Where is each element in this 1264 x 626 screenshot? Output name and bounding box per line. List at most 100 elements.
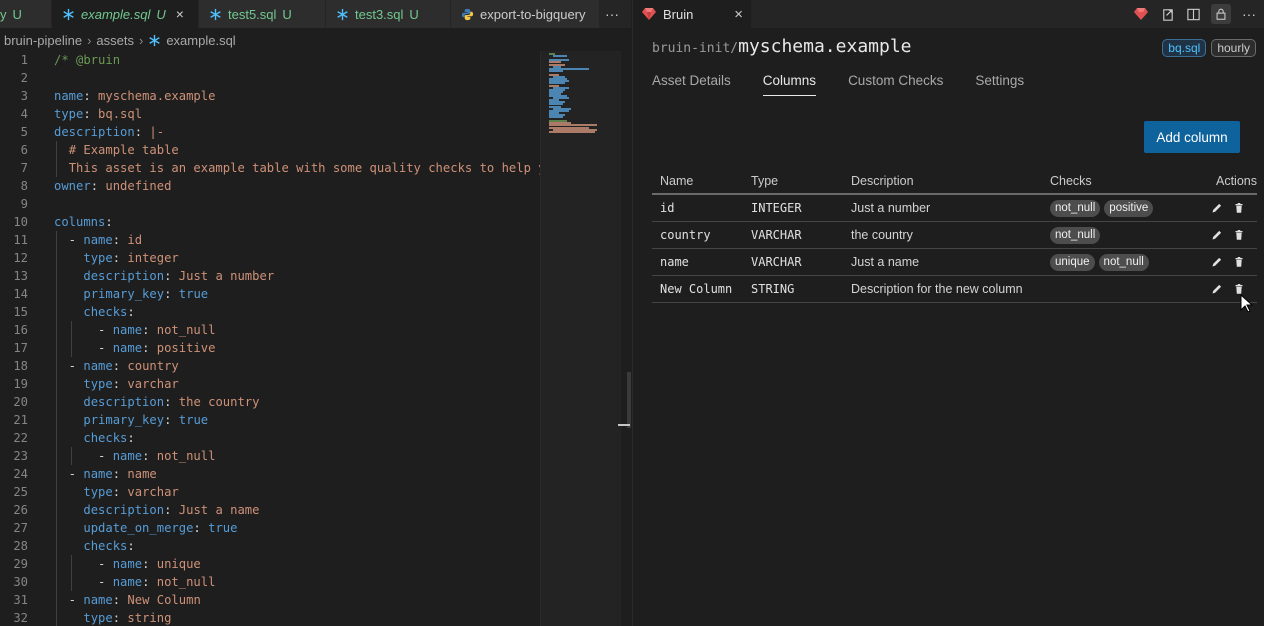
check-pill: positive: [1104, 199, 1154, 217]
column-type: VARCHAR: [751, 255, 802, 269]
column-header: Actions: [1216, 173, 1257, 188]
code-line: 17 - name: positive: [13, 339, 216, 357]
trash-icon[interactable]: [1233, 229, 1245, 241]
schedule-badge: hourly: [1211, 39, 1256, 57]
code-line: 19 type: varchar: [13, 375, 179, 393]
minimap[interactable]: [540, 51, 621, 626]
code-line: 29 - name: unique: [13, 555, 201, 573]
tab-custom-checks[interactable]: Custom Checks: [848, 70, 943, 96]
check-pill: not_null: [1050, 226, 1101, 244]
minimap-stroke: [549, 130, 595, 133]
bruin-gem-icon[interactable]: [1133, 6, 1149, 22]
code-line: 15 checks:: [13, 303, 135, 321]
more-actions-icon[interactable]: ···: [1241, 6, 1257, 22]
column-description: Description for the new column: [851, 282, 1023, 296]
tab-y[interactable]: y U: [0, 0, 52, 28]
code-line: 31 - name: New Column: [13, 591, 201, 609]
column-type: STRING: [751, 282, 795, 296]
column-checks: not_null: [1050, 226, 1183, 244]
code-line: 16 - name: not_null: [13, 321, 216, 339]
code-line: 22 checks:: [13, 429, 135, 447]
column-description: Just a number: [851, 201, 931, 215]
minimap-viewport[interactable]: [541, 51, 621, 626]
lock-icon[interactable]: [1211, 4, 1231, 24]
code-area[interactable]: 1/* @bruin 2 3 name: myschema.example 4 ty…: [0, 51, 540, 626]
code-line: 11 - name: id: [13, 231, 143, 249]
code-line: 3 name: myschema.example: [20, 89, 216, 103]
breadcrumb-item[interactable]: assets: [96, 33, 134, 48]
code-line: 24 - name: name: [13, 465, 157, 483]
tab-test5-sql[interactable]: test5.sql U: [199, 0, 326, 28]
row-actions: [1183, 256, 1257, 268]
code-line: 5 description: |-: [20, 125, 165, 139]
table-row: id INTEGER Just a number not_null positi…: [652, 195, 1257, 222]
open-file-icon[interactable]: [1159, 6, 1175, 22]
column-header: Checks: [1050, 173, 1092, 188]
code-line: 8 owner: undefined: [20, 179, 172, 193]
sash-handle[interactable]: [618, 424, 630, 426]
column-type: VARCHAR: [751, 228, 802, 242]
trash-icon[interactable]: [1233, 256, 1245, 268]
code-line: 1/* @bruin: [20, 53, 121, 67]
panel-tab-bar: Bruin × ···: [633, 0, 1264, 28]
table-header: Name Type Description Checks Actions: [652, 168, 1257, 195]
tab-export-to-bigquery[interactable]: export-to-bigquery: [451, 0, 611, 28]
asset-name[interactable]: myschema.example: [738, 36, 911, 57]
mouse-cursor-icon: [1240, 293, 1254, 314]
breadcrumb-item[interactable]: bruin-pipeline: [4, 33, 82, 48]
chevron-right-icon: ›: [87, 32, 92, 48]
row-actions: [1183, 229, 1257, 241]
column-name: country: [660, 228, 711, 242]
column-checks: not_null positive: [1050, 199, 1183, 217]
tab-asset-details[interactable]: Asset Details: [652, 70, 731, 96]
add-column-button[interactable]: Add column: [1144, 121, 1240, 153]
edit-icon[interactable]: [1211, 229, 1223, 241]
editor-tab-bar: y U example.sql U × test5.sql U test3.sq…: [0, 0, 631, 28]
sql-icon: [148, 34, 161, 47]
code-line: 26 description: Just a name: [13, 501, 260, 519]
close-icon[interactable]: ×: [734, 6, 743, 23]
columns-table: Name Type Description Checks Actions id …: [652, 168, 1257, 303]
panel-toolbar: ···: [1133, 0, 1257, 28]
minimap-stroke: [553, 55, 567, 58]
code-line: 14 primary_key: true: [13, 285, 209, 303]
tab-columns[interactable]: Columns: [762, 70, 817, 96]
code-line: 9: [20, 197, 28, 211]
breadcrumb: bruin-pipeline › assets › example.sql: [0, 29, 631, 51]
code-line: 13 description: Just a number: [13, 267, 275, 285]
edit-icon[interactable]: [1211, 256, 1223, 268]
table-row: New Column STRING Description for the ne…: [652, 276, 1257, 303]
code-line: 18 - name: country: [13, 357, 179, 375]
tab-settings[interactable]: Settings: [975, 70, 1024, 96]
trash-icon[interactable]: [1233, 202, 1245, 214]
more-tabs-button[interactable]: ···: [599, 0, 619, 28]
code-line: 10 columns:: [13, 215, 113, 229]
minimap-stroke: [549, 69, 563, 72]
check-pill: not_null: [1098, 253, 1149, 271]
code-line: 6 # Example table: [20, 141, 179, 159]
code-line: 27 update_on_merge: true: [13, 519, 238, 537]
sql-icon: [209, 8, 222, 21]
column-description: the country: [851, 228, 913, 242]
bruin-logo-icon: [642, 8, 656, 20]
close-icon[interactable]: ×: [176, 6, 184, 22]
bruin-panel: Bruin × ··· bruin-init / myschema.exampl…: [632, 0, 1264, 626]
tab-test3-sql[interactable]: test3.sql U: [326, 0, 451, 28]
split-editor-icon[interactable]: [1185, 6, 1201, 22]
tab-bruin[interactable]: Bruin ×: [633, 0, 751, 28]
scrollbar-thumb[interactable]: [627, 372, 631, 428]
breadcrumb-item[interactable]: example.sql: [166, 33, 235, 48]
edit-icon[interactable]: [1211, 283, 1223, 295]
code-line: 30 - name: not_null: [13, 573, 216, 591]
code-editor: y U example.sql U × test5.sql U test3.sq…: [0, 0, 631, 626]
code-line: 25 type: varchar: [13, 483, 179, 501]
column-description: Just a name: [851, 255, 920, 269]
asset-type-badge: bq.sql: [1162, 39, 1207, 57]
column-header: Description: [851, 173, 914, 188]
asset-badges: bq.sql hourly: [1162, 39, 1256, 57]
check-pill: unique: [1050, 253, 1095, 271]
column-header: Type: [751, 173, 779, 188]
tab-example-sql[interactable]: example.sql U ×: [52, 0, 199, 28]
edit-icon[interactable]: [1211, 202, 1223, 214]
sql-icon: [62, 8, 75, 21]
